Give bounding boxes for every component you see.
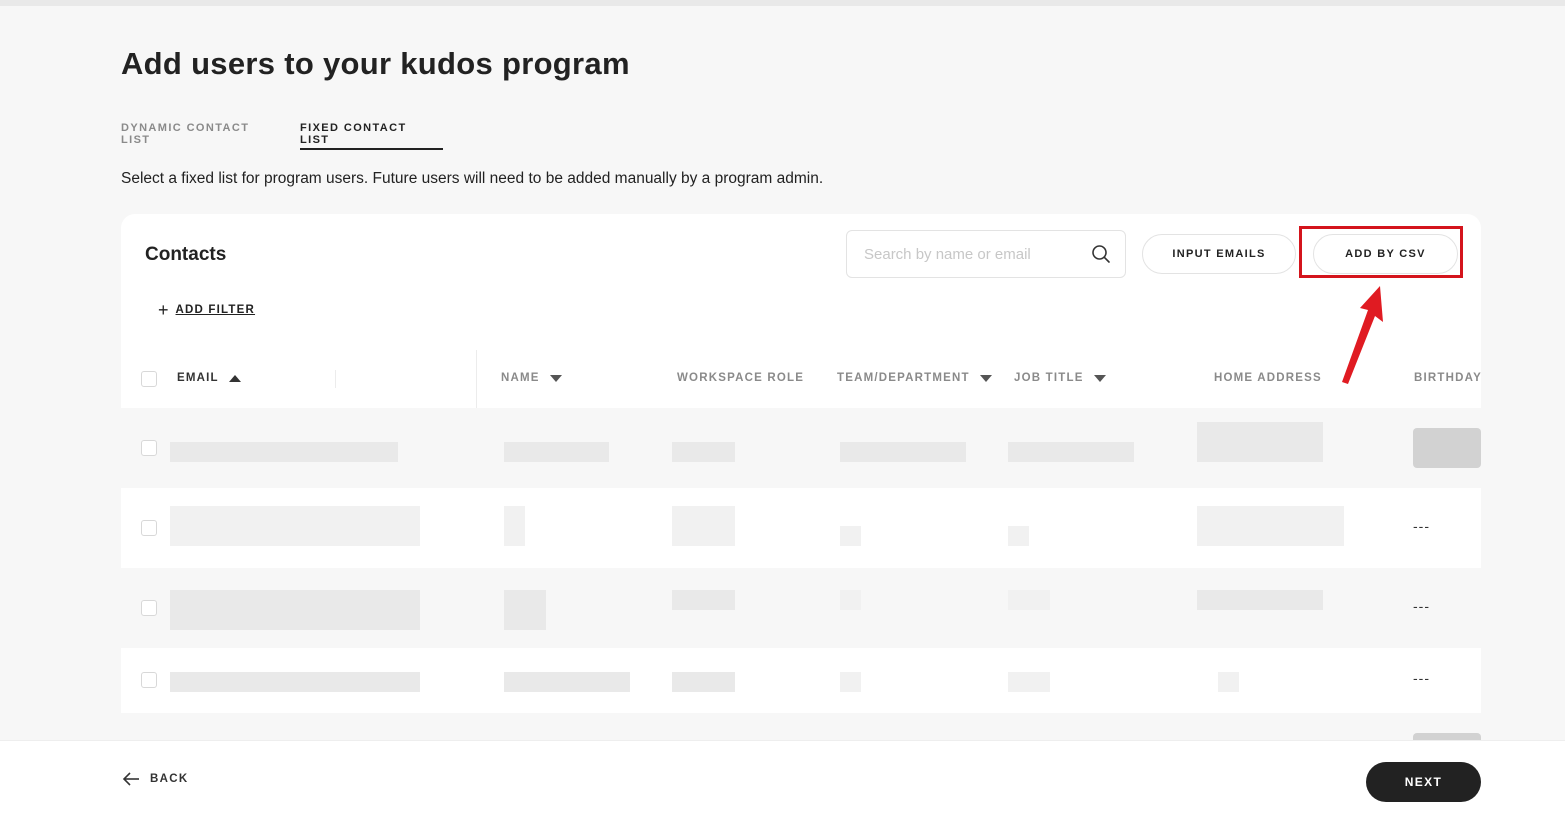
row-checkbox[interactable] bbox=[141, 520, 157, 536]
tab-fixed-contact-list[interactable]: FIXED CONTACT LIST bbox=[300, 112, 443, 150]
birthday-value: --- bbox=[1413, 518, 1430, 534]
redacted-email bbox=[170, 672, 420, 692]
back-label: BACK bbox=[150, 773, 189, 785]
input-emails-button[interactable]: INPUT EMAILS bbox=[1142, 234, 1296, 274]
redacted-birthday bbox=[1413, 733, 1481, 740]
column-header-team-department[interactable]: TEAM/DEPARTMENT bbox=[837, 372, 992, 384]
redacted-workspace-role bbox=[672, 590, 735, 610]
column-label-name: NAME bbox=[501, 372, 540, 384]
redacted-name bbox=[504, 672, 630, 692]
redacted-email bbox=[170, 506, 420, 546]
highlight-annotation-box bbox=[1299, 226, 1463, 278]
table-row[interactable] bbox=[121, 408, 1481, 488]
top-divider bbox=[0, 0, 1565, 6]
plus-icon: + bbox=[158, 300, 169, 320]
add-filter-button[interactable]: + ADD FILTER bbox=[158, 300, 256, 320]
row-checkbox[interactable] bbox=[141, 600, 157, 616]
sort-descending-icon bbox=[1093, 374, 1106, 382]
redacted-name bbox=[504, 506, 525, 546]
contacts-table-body: --- --- --- bbox=[121, 408, 1481, 740]
redacted-home-address bbox=[1197, 590, 1323, 610]
arrow-left-icon bbox=[122, 772, 139, 786]
redacted-workspace-role bbox=[672, 442, 735, 462]
redacted-home-address bbox=[1197, 422, 1323, 462]
table-row[interactable]: --- bbox=[121, 488, 1481, 568]
column-header-name[interactable]: NAME bbox=[501, 372, 562, 384]
column-label-email: EMAIL bbox=[177, 372, 219, 384]
table-row[interactable] bbox=[121, 713, 1481, 740]
birthday-value: --- bbox=[1413, 670, 1430, 686]
contacts-card: Contacts INPUT EMAILS ADD BY CSV + ADD F… bbox=[121, 214, 1481, 408]
table-header: EMAIL NAME WORKSPACE ROLE TEAM/DEPARTMEN… bbox=[121, 350, 1481, 408]
column-header-job-title[interactable]: JOB TITLE bbox=[1014, 372, 1106, 384]
redacted-team bbox=[840, 672, 861, 692]
search-box bbox=[846, 230, 1126, 278]
column-header-email[interactable]: EMAIL bbox=[177, 372, 241, 384]
redacted-team bbox=[840, 590, 861, 610]
redacted-job-title bbox=[1008, 672, 1050, 692]
next-button[interactable]: NEXT bbox=[1366, 762, 1481, 802]
redacted-email bbox=[170, 442, 398, 462]
sort-descending-icon bbox=[549, 374, 562, 382]
page-subtitle: Select a fixed list for program users. F… bbox=[121, 170, 824, 187]
redacted-name bbox=[504, 442, 609, 462]
contact-list-tabs: DYNAMIC CONTACT LIST FIXED CONTACT LIST bbox=[121, 112, 443, 150]
column-header-workspace-role[interactable]: WORKSPACE ROLE bbox=[677, 372, 804, 384]
redacted-workspace-role bbox=[672, 672, 735, 692]
redacted-birthday bbox=[1413, 428, 1481, 468]
footer-bar: BACK NEXT bbox=[0, 740, 1565, 820]
red-arrow-annotation bbox=[1342, 286, 1383, 384]
column-divider bbox=[476, 350, 477, 408]
redacted-job-title bbox=[1008, 526, 1029, 546]
redacted-home-address bbox=[1218, 672, 1239, 692]
back-button[interactable]: BACK bbox=[122, 771, 188, 787]
redacted-name bbox=[504, 590, 546, 630]
contacts-title: Contacts bbox=[145, 244, 227, 265]
redacted-team bbox=[840, 526, 861, 546]
column-header-birthday[interactable]: BIRTHDAY bbox=[1414, 372, 1482, 384]
column-label-workspace-role: WORKSPACE ROLE bbox=[677, 372, 805, 384]
row-checkbox[interactable] bbox=[141, 440, 157, 456]
column-label-team-department: TEAM/DEPARTMENT bbox=[837, 372, 970, 384]
select-all-checkbox[interactable] bbox=[141, 371, 157, 387]
row-checkbox[interactable] bbox=[141, 672, 157, 688]
redacted-job-title bbox=[1008, 590, 1050, 610]
column-label-birthday: BIRTHDAY bbox=[1414, 372, 1482, 384]
add-filter-label: ADD FILTER bbox=[175, 304, 256, 316]
tab-dynamic-contact-list[interactable]: DYNAMIC CONTACT LIST bbox=[121, 112, 278, 150]
page-title: Add users to your kudos program bbox=[121, 46, 630, 81]
redacted-workspace-role bbox=[672, 506, 735, 546]
redacted-job-title bbox=[1008, 442, 1134, 462]
redacted-team bbox=[840, 442, 966, 462]
column-label-job-title: JOB TITLE bbox=[1014, 372, 1084, 384]
birthday-value: --- bbox=[1413, 598, 1430, 614]
sort-descending-icon bbox=[979, 374, 992, 382]
column-header-home-address[interactable]: HOME ADDRESS bbox=[1214, 372, 1322, 384]
table-row[interactable]: --- bbox=[121, 648, 1481, 713]
redacted-email bbox=[170, 590, 420, 630]
table-row[interactable]: --- bbox=[121, 568, 1481, 648]
search-input[interactable] bbox=[864, 245, 1091, 263]
sort-ascending-icon bbox=[228, 374, 241, 382]
column-divider bbox=[335, 370, 336, 388]
column-label-home-address: HOME ADDRESS bbox=[1214, 372, 1322, 384]
redacted-home-address bbox=[1197, 506, 1344, 546]
search-icon[interactable] bbox=[1091, 244, 1111, 264]
